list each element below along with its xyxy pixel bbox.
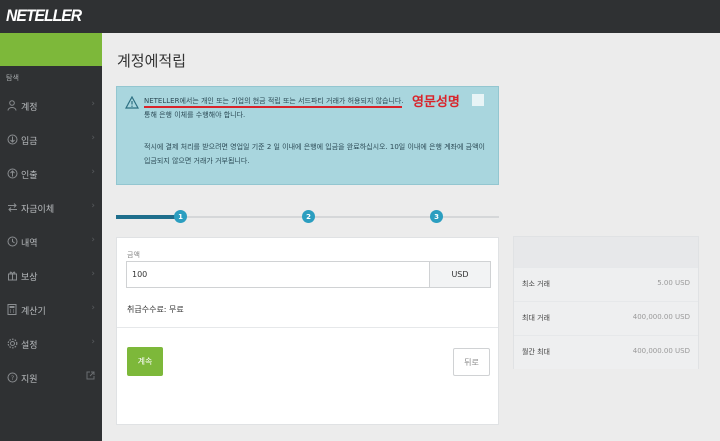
divider (117, 327, 498, 328)
step-1: 1 (174, 210, 187, 223)
step-3: 3 (430, 210, 443, 223)
top-bar: NETELLER (0, 0, 720, 33)
sidebar-item-calculator[interactable]: 계산기 › (0, 292, 102, 326)
limits-panel: 최소 거래 5.00 USD 최대 거래 400,000.00 USD 월간 최… (513, 236, 699, 369)
fee-text: 취급수수료: 무료 (127, 305, 184, 314)
alert-paragraph: 적시에 결제 처리를 받으려면 영업일 기준 2 일 이내에 은행에 입금을 완… (144, 143, 485, 165)
amount-label: 금액 (127, 251, 140, 259)
deposit-icon (6, 133, 18, 145)
limit-value: 400,000.00 USD (632, 313, 690, 321)
sidebar: 탐색 계정 › 입금 › 인출 › 자금이체 › 내역 › 보상 › 계산기 ›… (0, 33, 102, 441)
sidebar-item-deposit[interactable]: 입금 › (0, 122, 102, 156)
page-title: 계정에적립 (117, 52, 187, 70)
currency-select[interactable]: USD (429, 261, 491, 288)
main-content: 계정에적립 NETELLER에서는 개인 또는 기업의 현금 적립 또는 서드파… (102, 33, 720, 441)
chevron-right-icon: › (91, 269, 95, 279)
history-icon (6, 235, 18, 247)
chevron-right-icon: › (91, 99, 95, 109)
annotation-box (472, 94, 484, 106)
limit-row: 최소 거래 5.00 USD (514, 267, 698, 301)
sidebar-item-label: 인출 (21, 171, 38, 181)
gear-icon (6, 337, 18, 349)
chevron-right-icon: › (91, 201, 95, 211)
limit-value: 400,000.00 USD (632, 347, 690, 355)
back-button[interactable]: 뒤로 (453, 348, 490, 376)
sidebar-item-label: 자금이체 (21, 205, 55, 215)
alert-line-1: NETELLER에서는 개인 또는 기업의 현금 적립 또는 서드파티 거래가 … (144, 97, 404, 105)
annotation-label: 영문성명 (412, 95, 460, 110)
chevron-right-icon: › (91, 303, 95, 313)
annotation-underline (144, 106, 402, 108)
step-progress-fill (116, 215, 180, 219)
alert-line-2: 통해 은행 이체를 수행해야 합니다. (144, 111, 246, 119)
sidebar-item-history[interactable]: 내역 › (0, 224, 102, 258)
external-link-icon (86, 371, 95, 383)
limit-label: 최소 거래 (522, 280, 550, 288)
sidebar-header: 탐색 (6, 74, 19, 82)
sidebar-item-label: 계정 (21, 103, 38, 113)
chevron-right-icon: › (91, 337, 95, 347)
limit-label: 최대 거래 (522, 314, 550, 322)
continue-button[interactable]: 계속 (127, 347, 163, 376)
sidebar-item-transfer[interactable]: 자금이체 › (0, 190, 102, 224)
sidebar-item-label: 설정 (21, 341, 38, 351)
help-icon: ? (6, 371, 18, 383)
sidebar-account-banner[interactable] (0, 33, 102, 66)
limit-row: 월간 최대 400,000.00 USD (514, 335, 698, 369)
sidebar-item-label: 계산기 (21, 307, 46, 317)
sidebar-item-label: 입금 (21, 137, 38, 147)
amount-input[interactable]: 100 (126, 261, 439, 288)
deposit-form: 금액 100 USD 취급수수료: 무료 계속 뒤로 (116, 237, 499, 425)
limit-row: 최대 거래 400,000.00 USD (514, 301, 698, 335)
limits-header (514, 237, 698, 267)
gift-icon (6, 269, 18, 281)
step-2: 2 (302, 210, 315, 223)
limit-value: 5.00 USD (657, 279, 690, 287)
neteller-logo[interactable]: NETELLER (6, 6, 82, 26)
chevron-right-icon: › (91, 133, 95, 143)
sidebar-item-withdraw[interactable]: 인출 › (0, 156, 102, 190)
sidebar-item-account[interactable]: 계정 › (0, 88, 102, 122)
sidebar-item-settings[interactable]: 설정 › (0, 326, 102, 360)
warning-icon (124, 94, 140, 113)
sidebar-item-support[interactable]: ? 지원 (0, 360, 102, 394)
sidebar-item-label: 지원 (21, 375, 38, 385)
withdraw-icon (6, 167, 18, 179)
limit-label: 월간 최대 (522, 348, 550, 356)
user-icon (6, 99, 18, 111)
chevron-right-icon: › (91, 167, 95, 177)
sidebar-item-rewards[interactable]: 보상 › (0, 258, 102, 292)
transfer-icon (6, 201, 18, 213)
calculator-icon (6, 303, 18, 315)
info-alert: NETELLER에서는 개인 또는 기업의 현금 적립 또는 서드파티 거래가 … (116, 86, 499, 185)
chevron-right-icon: › (91, 235, 95, 245)
svg-text:?: ? (10, 374, 13, 382)
sidebar-item-label: 내역 (21, 239, 38, 249)
sidebar-item-label: 보상 (21, 273, 38, 283)
step-progress: 1 2 3 (116, 206, 499, 226)
